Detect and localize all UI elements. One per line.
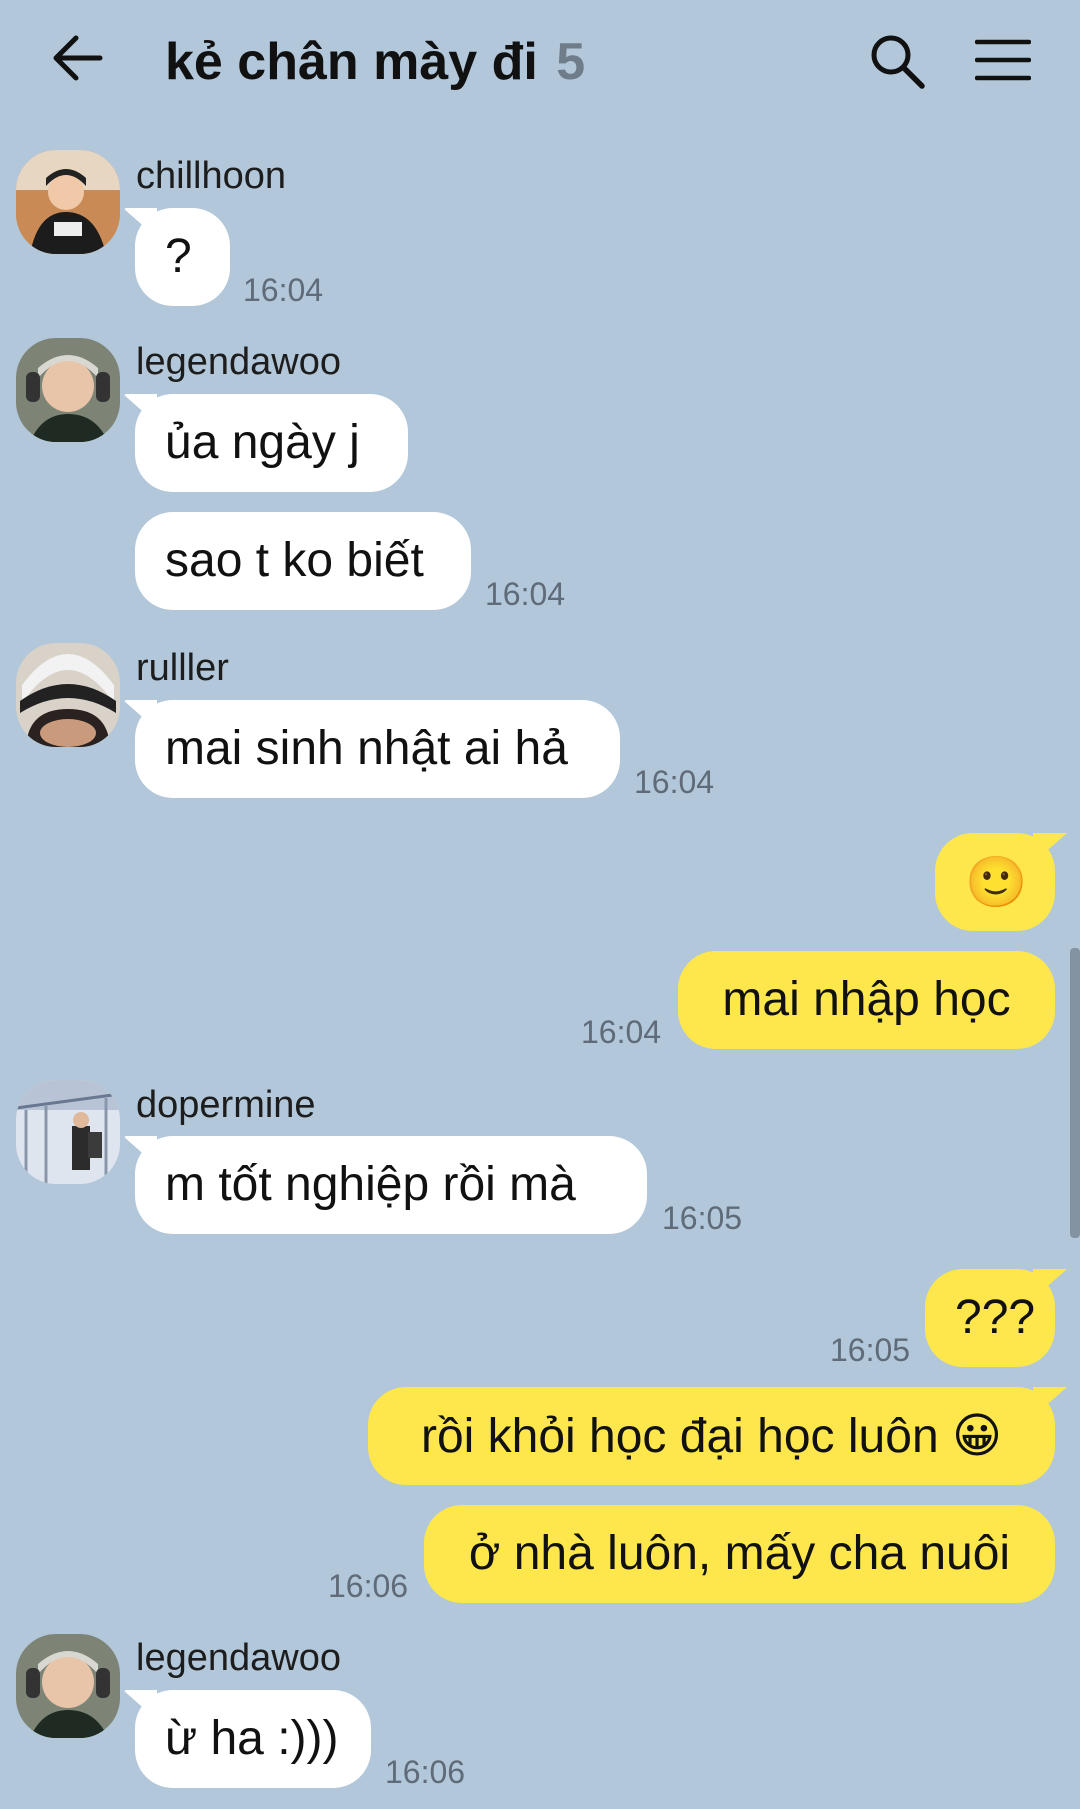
timestamp: 16:04 [485, 576, 566, 612]
timestamp: 16:05 [662, 1200, 743, 1236]
avatar-dopermine[interactable] [16, 1080, 120, 1184]
message-bubble[interactable]: ? [135, 208, 230, 306]
sender-name: dopermine [136, 1084, 316, 1126]
message-bubble[interactable]: ủa ngày j [135, 394, 408, 492]
message-bubble[interactable]: ừ ha :))) [135, 1690, 371, 1788]
message-bubble[interactable]: sao t ko biết [135, 512, 471, 610]
avatar-rulller[interactable] [16, 643, 120, 747]
message-bubble-emoji[interactable]: 🙂 [935, 833, 1055, 931]
avatar-chillhoon[interactable] [16, 150, 120, 254]
avatar-legendawoo[interactable] [16, 338, 120, 442]
grinning-face-emoji: 😀 [951, 1408, 1003, 1464]
sender-name: legendawoo [136, 341, 341, 383]
timestamp: 16:06 [328, 1568, 409, 1604]
avatar-legendawoo[interactable] [16, 1634, 120, 1738]
timestamp: 16:05 [830, 1332, 911, 1368]
timestamp: 16:04 [243, 272, 324, 308]
timestamp: 16:04 [581, 1014, 662, 1050]
message-list: chillhoon ? 16:04 legendawoo ủa ngày j s… [0, 0, 1080, 1809]
message-bubble[interactable]: rồi khỏi học đại học luôn 😀 [368, 1387, 1055, 1485]
sender-name: rulller [136, 647, 229, 689]
sender-name: legendawoo [136, 1637, 341, 1679]
message-bubble[interactable]: mai nhập học [678, 951, 1055, 1049]
scrollbar[interactable] [1070, 948, 1080, 1238]
message-text: rồi khỏi học đại học luôn [420, 1410, 939, 1463]
message-bubble[interactable]: mai sinh nhật ai hả [135, 700, 620, 798]
message-bubble[interactable]: ở nhà luôn, mấy cha nuôi [424, 1505, 1055, 1603]
timestamp: 16:06 [385, 1754, 466, 1790]
message-bubble[interactable]: m tốt nghiệp rồi mà [135, 1136, 647, 1234]
sender-name: chillhoon [136, 155, 286, 197]
timestamp: 16:04 [634, 764, 715, 800]
message-bubble[interactable]: ??? [925, 1269, 1055, 1367]
